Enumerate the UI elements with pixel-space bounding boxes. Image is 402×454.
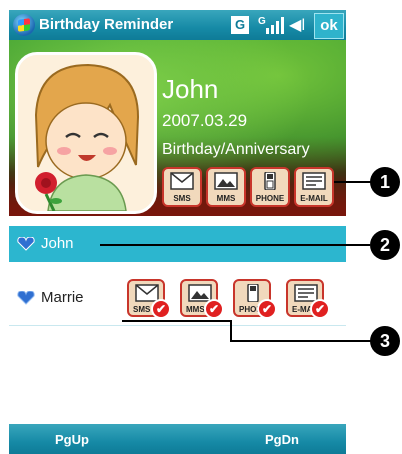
callout-line-3b bbox=[230, 320, 232, 342]
sms-sent-button[interactable]: SMS ✔ bbox=[127, 279, 175, 321]
mms-button[interactable]: MMS bbox=[206, 167, 246, 207]
phone-sent-button[interactable]: PHONE ✔ bbox=[233, 279, 281, 321]
email-icon bbox=[302, 172, 326, 190]
ok-button[interactable]: ok bbox=[314, 13, 344, 39]
contact-actions: SMS MMS PHONE E-MAIL bbox=[162, 167, 334, 207]
checkmark-icon: ✔ bbox=[310, 299, 330, 319]
callout-line-3a bbox=[122, 320, 232, 322]
pgup-softkey[interactable]: PgUp bbox=[55, 432, 89, 447]
start-menu-icon[interactable] bbox=[13, 14, 35, 36]
phone-button[interactable]: PHONE bbox=[250, 167, 290, 207]
envelope-icon bbox=[170, 172, 194, 190]
mms-label: MMS bbox=[216, 194, 236, 203]
email-label: E-MAIL bbox=[300, 194, 328, 203]
app-title: Birthday Reminder bbox=[39, 16, 174, 33]
heart-icon bbox=[17, 237, 35, 251]
app-window: Birthday Reminder G G ◀ǀ ok John 2007.03… bbox=[9, 10, 346, 454]
list-item-actions: SMS ✔ MMS ✔ PHONE ✔ E-MAIL ✔ bbox=[127, 279, 334, 321]
title-bar: Birthday Reminder G G ◀ǀ ok bbox=[9, 10, 346, 40]
sms-label: SMS bbox=[133, 305, 151, 314]
checkmark-icon: ✔ bbox=[257, 299, 277, 319]
svg-text:G: G bbox=[258, 16, 266, 27]
softkey-bar: PgUp PgDn bbox=[9, 424, 346, 454]
list-item-name: John bbox=[41, 235, 74, 252]
callout-line-2 bbox=[100, 244, 370, 246]
callout-2: 2 bbox=[370, 230, 400, 260]
email-sent-button[interactable]: E-MAIL ✔ bbox=[286, 279, 334, 321]
mms-sent-button[interactable]: MMS ✔ bbox=[180, 279, 228, 321]
sms-button[interactable]: SMS bbox=[162, 167, 202, 207]
mms-label: MMS bbox=[186, 305, 205, 314]
sms-label: SMS bbox=[173, 194, 191, 203]
contact-name: John bbox=[162, 74, 219, 104]
callout-3: 3 bbox=[370, 326, 400, 356]
phone-icon bbox=[264, 172, 276, 190]
contact-occasion: Birthday/Anniversary bbox=[162, 141, 310, 158]
volume-icon[interactable]: ◀ǀ bbox=[289, 15, 305, 35]
picture-icon bbox=[214, 172, 238, 190]
signal-strength-icon[interactable]: G bbox=[258, 14, 284, 36]
contact-card: John 2007.03.29 Birthday/Anniversary SMS… bbox=[9, 40, 346, 216]
heart-icon bbox=[17, 291, 35, 305]
callout-line-3c bbox=[230, 340, 372, 342]
phone-label: PHONE bbox=[255, 194, 285, 203]
contact-avatar bbox=[15, 52, 157, 214]
contact-date: 2007.03.29 bbox=[162, 111, 248, 130]
email-button[interactable]: E-MAIL bbox=[294, 167, 334, 207]
list-item-name: Marrie bbox=[41, 289, 84, 306]
checkmark-icon: ✔ bbox=[151, 299, 171, 319]
divider bbox=[9, 325, 346, 326]
gprs-icon[interactable]: G bbox=[231, 16, 249, 34]
callout-1: 1 bbox=[370, 167, 400, 197]
list-item[interactable]: Marrie SMS ✔ MMS ✔ PHONE ✔ E-MAIL ✔ bbox=[9, 272, 346, 326]
checkmark-icon: ✔ bbox=[204, 299, 224, 319]
pgdn-softkey[interactable]: PgDn bbox=[265, 432, 299, 447]
